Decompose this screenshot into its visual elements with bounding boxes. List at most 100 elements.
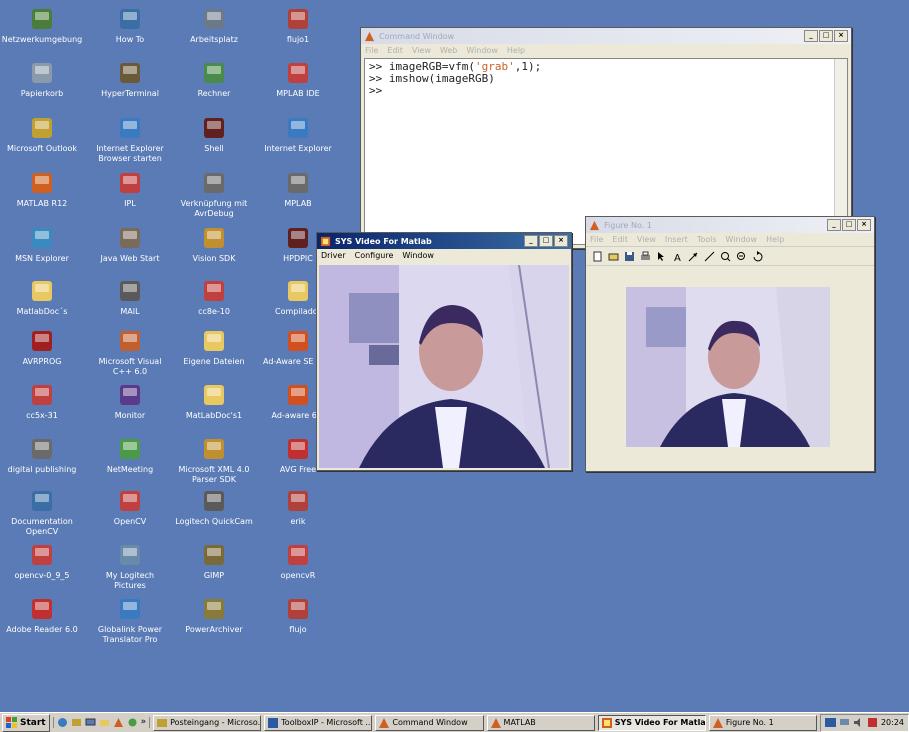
menu-help[interactable]: Help [766,235,784,244]
taskbar-item-matlab[interactable]: MATLAB [486,714,595,731]
desktop-icon-mplab[interactable]: MPLAB [256,170,340,209]
ie-icon[interactable] [57,717,68,728]
volume-icon[interactable] [853,717,864,728]
menu-view[interactable]: View [637,235,656,244]
desktop-icon-vision-sdk[interactable]: Vision SDK [172,225,256,264]
menu-file[interactable]: File [590,235,603,244]
desktop-icon-monitor[interactable]: Monitor [88,382,172,421]
start-button[interactable]: Start [2,713,50,732]
desktop-icon-mail[interactable]: MAIL [88,278,172,317]
desktop-icon-globalink-power-translator-pro[interactable]: Globalink Power Translator Pro [88,596,172,645]
menu-tools[interactable]: Tools [697,235,717,244]
taskbar-item-figure[interactable]: Figure No. 1 [708,714,817,731]
print-icon[interactable] [640,251,651,262]
menu-edit[interactable]: Edit [387,46,403,55]
desktop-icon-mplab-ide[interactable]: MPLAB IDE [256,60,340,99]
desktop-icon-cc5x-31[interactable]: cc5x-31 [0,382,84,421]
explorer-icon[interactable] [99,717,110,728]
menu-window[interactable]: Window [466,46,498,55]
desktop-icon-shell[interactable]: Shell [172,115,256,154]
desktop-icon-flujo1[interactable]: flujo1 [256,6,340,45]
desktop-icon-msn-explorer[interactable]: MSN Explorer [0,225,84,264]
menu-insert[interactable]: Insert [665,235,688,244]
desktop-icon-matlab-r12[interactable]: MATLAB R12 [0,170,84,209]
desktop-icon-internet-explorer[interactable]: Internet Explorer [256,115,340,154]
zoom-out-icon[interactable] [736,251,747,262]
desktop-icon-java-web-start[interactable]: Java Web Start [88,225,172,264]
desktop-icon-opencv[interactable]: OpenCV [88,488,172,527]
open-folder-icon[interactable] [608,251,619,262]
desktop-icon-erik[interactable]: erik [256,488,340,527]
menu-driver[interactable]: Driver [321,251,346,260]
taskbar-item-toolboxip[interactable]: ToolboxIP - Microsoft ... [264,714,373,731]
desktop-icon-microsoft-outlook[interactable]: Microsoft Outlook [0,115,84,154]
figure-window[interactable]: Figure No. 1 _ □ × File Edit View Insert… [585,216,875,472]
menu-view[interactable]: View [412,46,431,55]
desktop-icon-gimp[interactable]: GIMP [172,542,256,581]
desktop-icon[interactable] [85,717,96,728]
desktop-icon-digital-publishing[interactable]: digital publishing [0,436,84,475]
close-button[interactable]: × [857,219,871,231]
taskbar-item-outlook[interactable]: Posteingang - Microso... [153,714,262,731]
desktop-icon-netzwerkumgebung[interactable]: Netzwerkumgebung [0,6,84,45]
desktop-icon-eigene-dateien[interactable]: Eigene Dateien [172,328,256,367]
menu-help[interactable]: Help [507,46,525,55]
desktop-icon-my-logitech-pictures[interactable]: My Logitech Pictures [88,542,172,591]
menu-window[interactable]: Window [726,235,758,244]
desktop-icon-opencvr[interactable]: opencvR [256,542,340,581]
desktop-icon-microsoft-visual-c-6-0[interactable]: Microsoft Visual C++ 6.0 [88,328,172,377]
rotate-icon[interactable] [752,250,763,262]
arrow-pointer-icon[interactable] [656,251,667,262]
close-button[interactable]: × [554,235,568,247]
menu-window[interactable]: Window [402,251,434,260]
taskbar-item-command-window[interactable]: Command Window [375,714,484,731]
menu-web[interactable]: Web [440,46,457,55]
minimize-button[interactable]: _ [524,235,538,247]
arrow-tool-icon[interactable] [688,251,699,262]
command-prompt[interactable]: >> [369,85,843,97]
zoom-in-icon[interactable] [720,251,731,262]
desktop-icon-hyperterminal[interactable]: HyperTerminal [88,60,172,99]
desktop-icon-arbeitsplatz[interactable]: Arbeitsplatz [172,6,256,45]
desktop-icon-logitech-quickcam[interactable]: Logitech QuickCam [172,488,256,527]
menu-configure[interactable]: Configure [355,251,394,260]
desktop-icon-adobe-reader-6-0[interactable]: Adobe Reader 6.0 [0,596,84,635]
desktop-icon-netmeeting[interactable]: NetMeeting [88,436,172,475]
desktop-icon-matlabdoc-s1[interactable]: MatLabDoc's1 [172,382,256,421]
desktop-icon-microsoft-xml-4-0-parser-sdk[interactable]: Microsoft XML 4.0 Parser SDK [172,436,256,485]
menu-file[interactable]: File [365,46,378,55]
desktop-icon-matlabdoc-s[interactable]: MatlabDoc´s [0,278,84,317]
taskbar-item-sys-video[interactable]: SYS Video For Matlab [597,714,706,731]
outlook-icon[interactable] [71,717,82,728]
minimize-button[interactable]: _ [827,219,841,231]
desktop-icon-flujo[interactable]: flujo [256,596,340,635]
line-tool-icon[interactable] [704,251,715,262]
maximize-button[interactable]: □ [539,235,553,247]
netmeeting-icon[interactable] [127,717,138,728]
desktop-icon-avrprog[interactable]: AVRPROG [0,328,84,367]
language-icon[interactable] [824,717,836,728]
maximize-button[interactable]: □ [842,219,856,231]
text-tool-icon[interactable]: A [672,251,683,264]
clock[interactable]: 20:24 [881,718,904,727]
matlab-icon[interactable] [113,717,124,728]
desktop-icon-cc8e-10[interactable]: cc8e-10 [172,278,256,317]
command-window-titlebar[interactable]: Command Window _ □ × [361,28,851,44]
desktop-icon-papierkorb[interactable]: Papierkorb [0,60,84,99]
desktop-icon-ipl[interactable]: IPL [88,170,172,209]
desktop-icon-powerarchiver[interactable]: PowerArchiver [172,596,256,635]
menu-edit[interactable]: Edit [612,235,628,244]
video-window-titlebar[interactable]: SYS Video For Matlab _ □ × [317,233,571,249]
close-button[interactable]: × [834,30,848,42]
minimize-button[interactable]: _ [804,30,818,42]
video-window[interactable]: SYS Video For Matlab _ □ × Driver Config… [316,232,572,471]
antivirus-tray-icon[interactable] [867,717,878,728]
desktop-icon-internet-explorer-browser-starten[interactable]: Internet Explorer Browser starten [88,115,172,164]
desktop-icon-how-to[interactable]: How To [88,6,172,45]
maximize-button[interactable]: □ [819,30,833,42]
desktop-icon-rechner[interactable]: Rechner [172,60,256,99]
network-tray-icon[interactable] [839,717,850,728]
desktop-icon-documentation-opencv[interactable]: Documentation OpenCV [0,488,84,537]
save-icon[interactable] [624,251,635,262]
figure-window-titlebar[interactable]: Figure No. 1 _ □ × [586,217,874,233]
